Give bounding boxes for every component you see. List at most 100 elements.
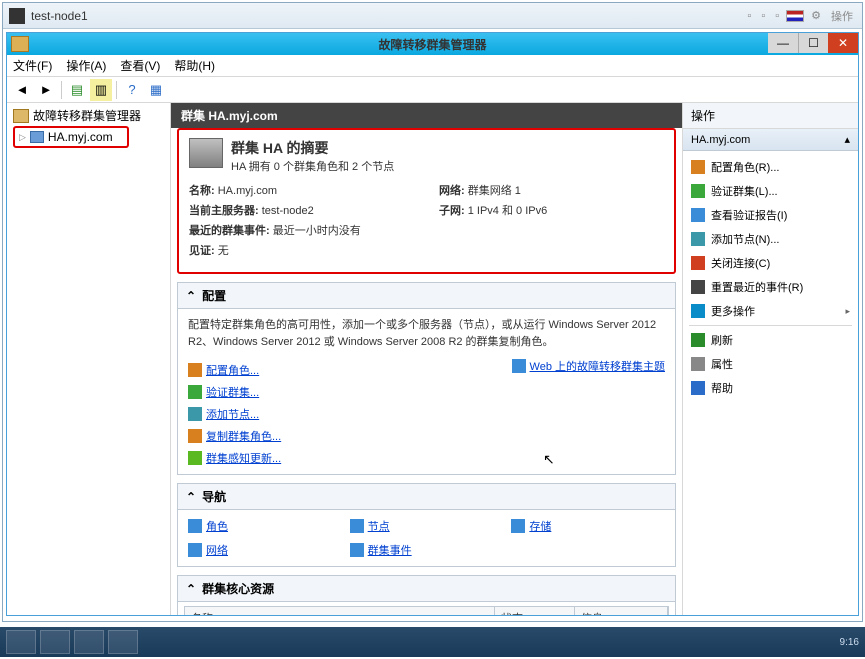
taskbar-item[interactable] bbox=[108, 630, 138, 654]
action-help[interactable]: 帮助 bbox=[685, 376, 856, 400]
close-button[interactable]: ✕ bbox=[828, 33, 858, 53]
menu-help[interactable]: 帮助(H) bbox=[174, 57, 215, 74]
chevron-up-icon[interactable]: ▴ bbox=[844, 133, 850, 146]
tree-child[interactable]: ▷ HA.myj.com bbox=[13, 126, 129, 148]
events-icon bbox=[350, 543, 364, 557]
reset-icon bbox=[691, 280, 705, 294]
core-header[interactable]: ⌃ 群集核心资源 bbox=[178, 576, 675, 602]
maximize-button[interactable]: ☐ bbox=[798, 33, 828, 53]
configure-icon bbox=[188, 363, 202, 377]
action-refresh[interactable]: 刷新 bbox=[685, 328, 856, 352]
link-configure-role[interactable]: 配置角色... bbox=[188, 362, 281, 378]
name-label: 名称: bbox=[189, 185, 215, 197]
box-icon: ▫ bbox=[758, 10, 768, 22]
subnet-label: 子网: bbox=[439, 205, 465, 217]
action-reset-events[interactable]: 重置最近的事件(R) bbox=[685, 275, 856, 299]
summary-title: 群集 HA 的摘要 bbox=[231, 138, 394, 158]
action-view-report[interactable]: 查看验证报告(I) bbox=[685, 203, 856, 227]
action-add-node[interactable]: 添加节点(N)... bbox=[685, 227, 856, 251]
action-properties[interactable]: 属性 bbox=[685, 352, 856, 376]
flag-icon bbox=[786, 10, 804, 22]
refresh-icon bbox=[691, 333, 705, 347]
link-add-node[interactable]: 添加节点... bbox=[188, 406, 281, 422]
config-title: 配置 bbox=[202, 287, 226, 304]
main-area: 故障转移群集管理器 ▷ HA.myj.com 群集 HA.myj.com 群集 … bbox=[7, 103, 858, 615]
nav-nodes[interactable]: 节点 bbox=[350, 518, 504, 534]
cluster-icon bbox=[30, 131, 44, 143]
more-icon bbox=[691, 304, 705, 318]
nav-header[interactable]: ⌃ 导航 bbox=[178, 484, 675, 510]
subnet-value: 1 IPv4 和 0 IPv6 bbox=[468, 205, 547, 217]
taskbar-item[interactable] bbox=[6, 630, 36, 654]
summary-box: 群集 HA 的摘要 HA 拥有 0 个群集角色和 2 个节点 名称: HA.my… bbox=[177, 128, 676, 274]
toolbar-icon-2[interactable]: ▥ bbox=[90, 79, 112, 101]
box2-icon: ▫ bbox=[772, 10, 782, 22]
forward-button[interactable]: ► bbox=[35, 79, 57, 101]
web-icon bbox=[512, 359, 526, 373]
nodes-icon bbox=[350, 519, 364, 533]
actions-panel: 操作 HA.myj.com ▴ 配置角色(R)... 验证群集(L)... 查看… bbox=[682, 103, 858, 615]
validate-icon bbox=[691, 184, 705, 198]
toolbar-icon-4[interactable]: ▦ bbox=[145, 79, 167, 101]
witness-label: 见证: bbox=[189, 245, 215, 257]
col-status[interactable]: 状态 bbox=[495, 607, 575, 615]
menu-file[interactable]: 文件(F) bbox=[13, 57, 52, 74]
terminal-icon bbox=[9, 8, 25, 24]
network-icon bbox=[188, 543, 202, 557]
outer-controls: ▫ ▫ ▫ ⚙ 操作 bbox=[744, 8, 856, 24]
storage-icon bbox=[511, 519, 525, 533]
witness-value: 无 bbox=[218, 245, 229, 257]
action-configure-role[interactable]: 配置角色(R)... bbox=[685, 155, 856, 179]
copy-icon bbox=[188, 429, 202, 443]
name-value: HA.myj.com bbox=[218, 185, 277, 197]
menu-view[interactable]: 查看(V) bbox=[120, 57, 160, 74]
link-validate[interactable]: 验证群集... bbox=[188, 384, 281, 400]
action-close-conn[interactable]: 关闭连接(C) bbox=[685, 251, 856, 275]
outer-window: test-node1 ▫ ▫ ▫ ⚙ 操作 故障转移群集管理器 — ☐ ✕ 文件… bbox=[2, 2, 863, 622]
center-panel: 群集 HA.myj.com 群集 HA 的摘要 HA 拥有 0 个群集角色和 2… bbox=[171, 103, 682, 615]
toolbar-icon-1[interactable]: ▤ bbox=[66, 79, 88, 101]
events-value: 最近一小时内没有 bbox=[273, 225, 361, 237]
link-web-topics[interactable]: Web 上的故障转移群集主题 bbox=[512, 358, 665, 374]
link-cluster-aware[interactable]: 群集感知更新... bbox=[188, 450, 281, 466]
properties-icon bbox=[691, 357, 705, 371]
core-section: ⌃ 群集核心资源 名称 状态 信息 服务器名称 bbox=[177, 575, 676, 615]
nav-events[interactable]: 群集事件 bbox=[350, 542, 504, 558]
gear-icon[interactable]: ⚙ bbox=[808, 9, 824, 22]
core-title: 群集核心资源 bbox=[202, 580, 274, 597]
link-copy-role[interactable]: 复制群集角色... bbox=[188, 428, 281, 444]
host-value: test-node2 bbox=[262, 205, 314, 217]
config-section: ⌃ 配置 配置特定群集角色的高可用性，添加一个或多个服务器（节点），或从运行 W… bbox=[177, 282, 676, 475]
col-name[interactable]: 名称 bbox=[185, 607, 495, 615]
taskbar-item[interactable] bbox=[40, 630, 70, 654]
tree-child-label: HA.myj.com bbox=[48, 130, 113, 144]
action-more[interactable]: 更多操作▸ bbox=[685, 299, 856, 323]
inner-title: 故障转移群集管理器 bbox=[378, 36, 486, 53]
tree-panel: 故障转移群集管理器 ▷ HA.myj.com bbox=[7, 103, 171, 615]
action-validate[interactable]: 验证群集(L)... bbox=[685, 179, 856, 203]
taskbar[interactable]: 9:16 bbox=[0, 627, 865, 657]
ops-label[interactable]: 操作 bbox=[828, 8, 856, 24]
nav-networks[interactable]: 网络 bbox=[188, 542, 342, 558]
events-label: 最近的群集事件: bbox=[189, 225, 270, 237]
app-icon bbox=[11, 36, 29, 52]
add-node-icon bbox=[691, 232, 705, 246]
menu-action[interactable]: 操作(A) bbox=[66, 57, 106, 74]
tree-root[interactable]: 故障转移群集管理器 bbox=[9, 105, 168, 126]
close-icon bbox=[691, 256, 705, 270]
report-icon bbox=[691, 208, 705, 222]
nav-storage[interactable]: 存储 bbox=[511, 518, 665, 534]
cluster-mgr-icon bbox=[13, 109, 29, 123]
nav-roles[interactable]: 角色 bbox=[188, 518, 342, 534]
help-icon[interactable]: ? bbox=[121, 79, 143, 101]
col-info[interactable]: 信息 bbox=[575, 607, 668, 615]
host-label: 当前主服务器: bbox=[189, 205, 259, 217]
expand-icon[interactable]: ▷ bbox=[19, 132, 26, 143]
taskbar-item[interactable] bbox=[74, 630, 104, 654]
minimize-button[interactable]: — bbox=[768, 33, 798, 53]
back-button[interactable]: ◄ bbox=[11, 79, 33, 101]
collapse-icon: ⌃ bbox=[186, 582, 196, 596]
clock[interactable]: 9:16 bbox=[840, 637, 859, 648]
net-value: 群集网络 1 bbox=[468, 185, 521, 197]
config-header[interactable]: ⌃ 配置 bbox=[178, 283, 675, 309]
